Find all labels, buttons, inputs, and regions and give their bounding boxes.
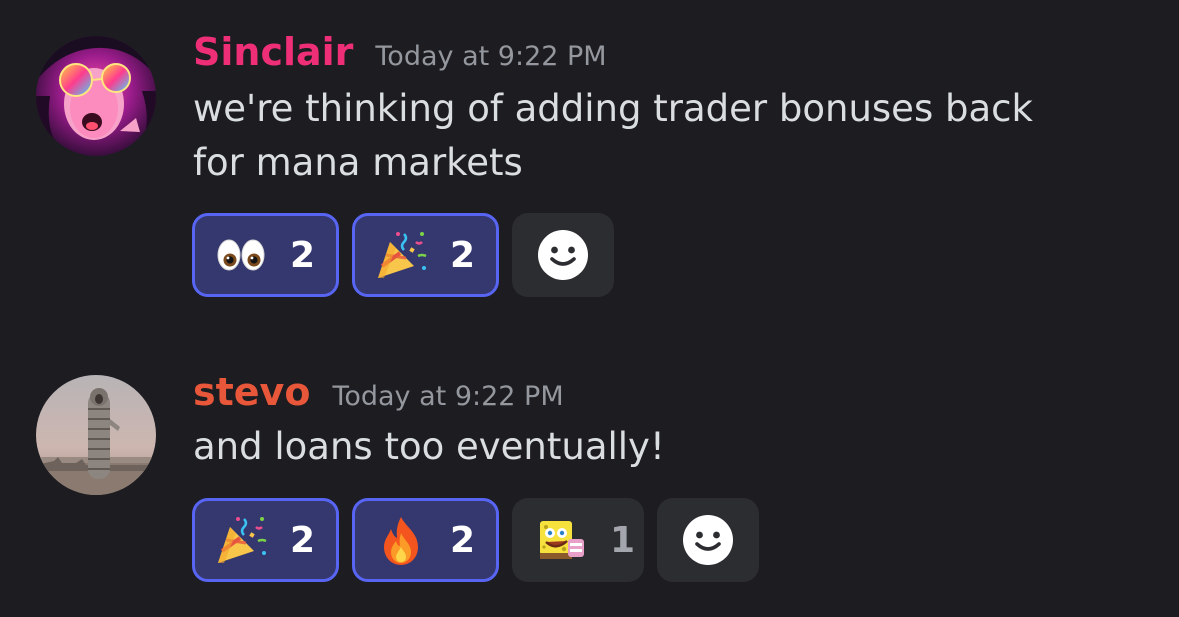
reaction-count: 1 [610, 519, 636, 561]
timestamp: Today at 9:22 PM [332, 381, 564, 412]
fire-emoji-icon [374, 513, 428, 567]
add-reaction-button[interactable] [512, 213, 614, 297]
message-header: Sinclair Today at 9:22 PM [193, 30, 607, 74]
reaction-count: 2 [450, 519, 476, 561]
reaction-fire[interactable]: 2 [352, 498, 499, 582]
reaction-party-popper[interactable]: 2 [192, 498, 339, 582]
username[interactable]: Sinclair [193, 30, 353, 74]
reaction-count: 2 [290, 234, 316, 276]
reaction-eyes[interactable]: 2 [192, 213, 339, 297]
message-content: and loans too eventually! [193, 425, 665, 468]
party-popper-emoji-icon [214, 513, 268, 567]
reaction-spongebob[interactable]: 1 [512, 498, 644, 582]
message-content: we're thinking of adding trader bonuses … [193, 87, 1033, 184]
avatar-image [36, 375, 156, 495]
avatar-image [36, 36, 156, 156]
avatar[interactable] [36, 375, 156, 495]
reaction-count: 2 [290, 519, 316, 561]
smiley-face-icon [538, 230, 588, 280]
message-header: stevo Today at 9:22 PM [193, 370, 564, 414]
eyes-emoji-icon [214, 228, 268, 282]
add-reaction-button[interactable] [657, 498, 759, 582]
timestamp: Today at 9:22 PM [375, 41, 607, 72]
avatar[interactable] [36, 36, 156, 156]
spongebob-custom-emoji-icon [534, 513, 588, 567]
smiley-face-icon [683, 515, 733, 565]
reactions-bar: 2 2 [192, 498, 759, 582]
reactions-bar: 2 2 [192, 213, 614, 297]
reaction-party-popper[interactable]: 2 [352, 213, 499, 297]
reaction-count: 2 [450, 234, 476, 276]
party-popper-emoji-icon [374, 228, 428, 282]
username[interactable]: stevo [193, 370, 310, 414]
